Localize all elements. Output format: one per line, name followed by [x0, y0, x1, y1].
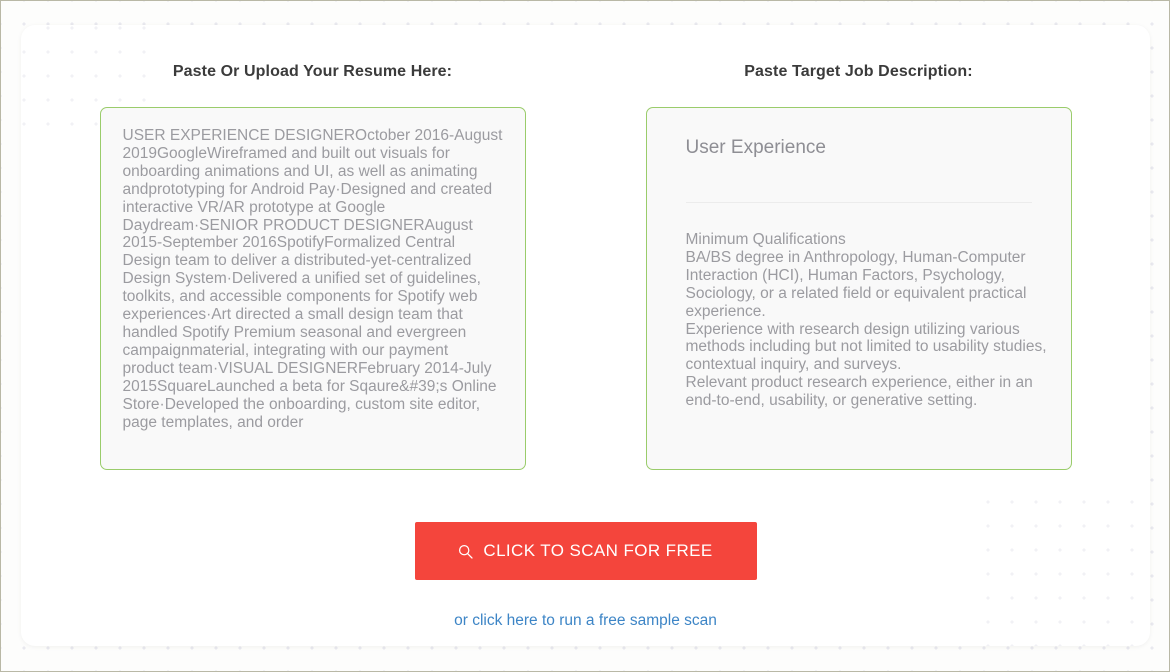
job-description-divider — [685, 202, 1032, 203]
resume-panel: Paste Or Upload Your Resume Here: USER E… — [99, 63, 526, 470]
resume-textarea[interactable]: USER EXPERIENCE DESIGNEROctober 2016-Aug… — [99, 107, 526, 470]
search-icon — [458, 544, 474, 559]
resume-panel-heading: Paste Or Upload Your Resume Here: — [172, 63, 453, 80]
panels-row: Paste Or Upload Your Resume Here: USER E… — [21, 25, 1150, 470]
resume-textarea-value: USER EXPERIENCE DESIGNEROctober 2016-Aug… — [122, 127, 507, 431]
page-background: Paste Or Upload Your Resume Here: USER E… — [1, 1, 1169, 671]
job-description-body: Minimum Qualifications BA/BS degree in A… — [685, 231, 1047, 410]
scan-button-label: CLICK TO SCAN FOR FREE — [483, 541, 713, 560]
job-description-panel-heading: Paste Target Job Description: — [744, 63, 973, 80]
sample-scan-link[interactable]: or click here to run a free sample scan — [21, 612, 1150, 630]
job-description-title: User Experience — [685, 137, 826, 158]
job-description-panel: Paste Target Job Description: User Exper… — [645, 63, 1072, 470]
cta-section: CLICK TO SCAN FOR FREE or click here to … — [21, 522, 1150, 630]
main-card: Paste Or Upload Your Resume Here: USER E… — [21, 25, 1150, 646]
job-description-textarea[interactable]: User Experience Minimum Qualifications B… — [645, 107, 1072, 470]
scan-for-free-button[interactable]: CLICK TO SCAN FOR FREE — [414, 522, 757, 580]
